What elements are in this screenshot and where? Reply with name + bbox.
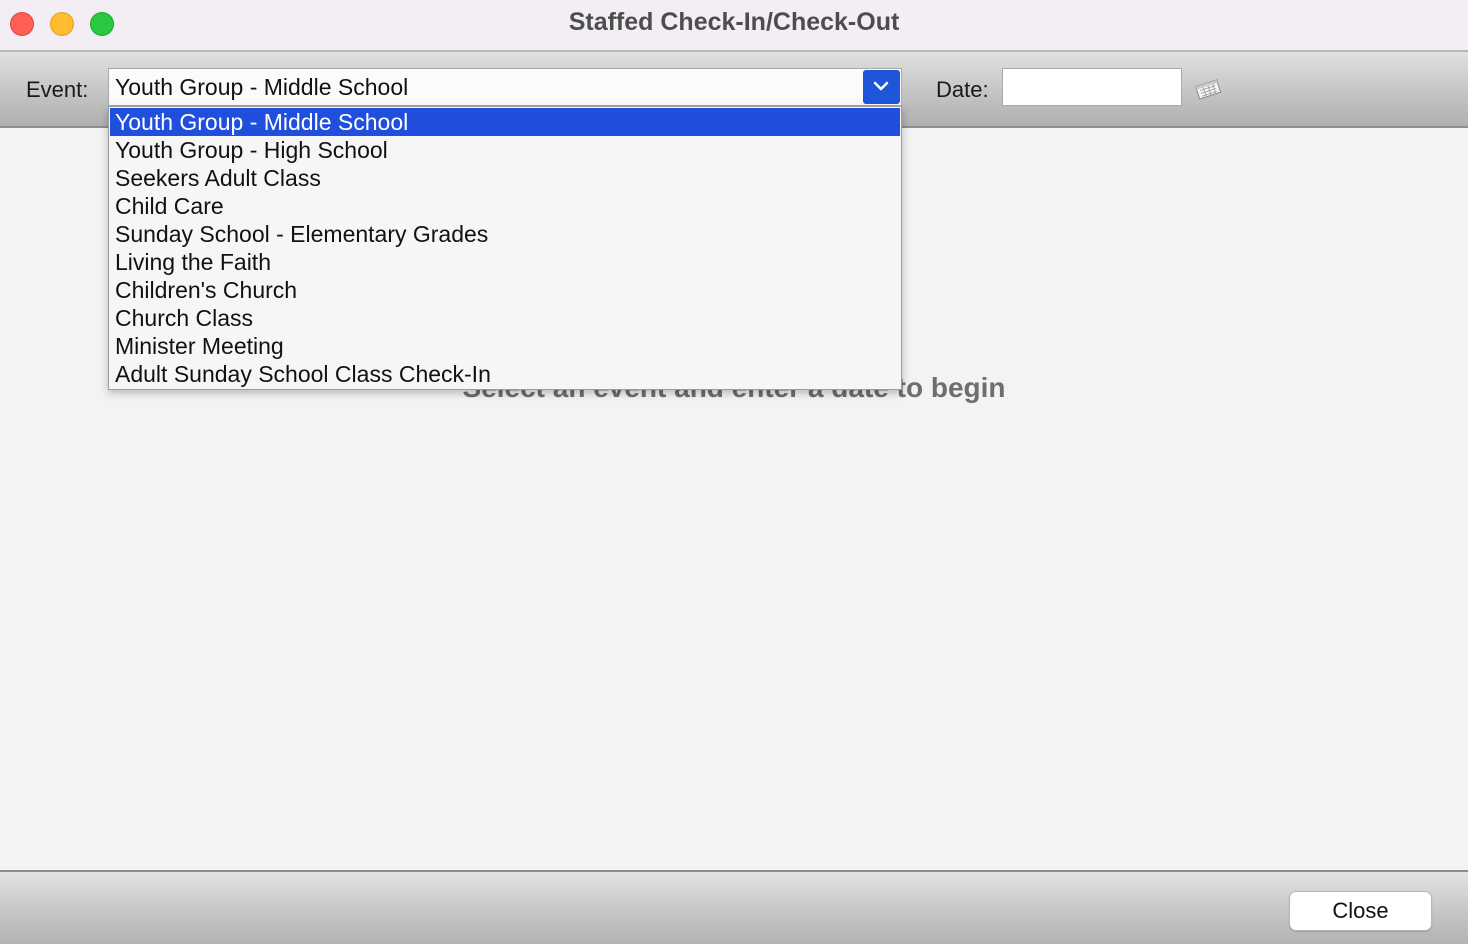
event-select[interactable]: Youth Group - Middle School	[108, 68, 902, 106]
title-bar: Staffed Check-In/Check-Out	[0, 0, 1468, 52]
event-label: Event:	[26, 77, 89, 102]
date-label: Date:	[936, 77, 989, 102]
dropdown-item[interactable]: Minister Meeting	[110, 332, 900, 360]
window-title: Staffed Check-In/Check-Out	[568, 8, 900, 36]
event-select-button[interactable]	[863, 70, 900, 104]
date-field[interactable]	[1002, 68, 1182, 106]
bottom-bar: Close	[0, 870, 1468, 944]
event-select-value: Youth Group - Middle School	[115, 74, 409, 100]
event-dropdown-list[interactable]: Youth Group - Middle School Youth Group …	[108, 106, 902, 390]
calendar-icon[interactable]	[1194, 78, 1222, 100]
dropdown-item[interactable]: Children's Church	[110, 276, 900, 304]
dropdown-item[interactable]: Seekers Adult Class	[110, 164, 900, 192]
dropdown-item[interactable]: Living the Faith	[110, 248, 900, 276]
close-button[interactable]: Close	[1289, 891, 1432, 931]
dropdown-item[interactable]: Youth Group - Middle School	[110, 108, 900, 136]
dropdown-item[interactable]: Sunday School - Elementary Grades	[110, 220, 900, 248]
window: Staffed Check-In/Check-Out Event: Youth …	[0, 0, 1468, 944]
chevron-down-icon	[873, 81, 889, 91]
dropdown-item[interactable]: Adult Sunday School Class Check-In	[110, 360, 900, 388]
dropdown-item[interactable]: Child Care	[110, 192, 900, 220]
dropdown-item[interactable]: Youth Group - High School	[110, 136, 900, 164]
dropdown-item[interactable]: Church Class	[110, 304, 900, 332]
